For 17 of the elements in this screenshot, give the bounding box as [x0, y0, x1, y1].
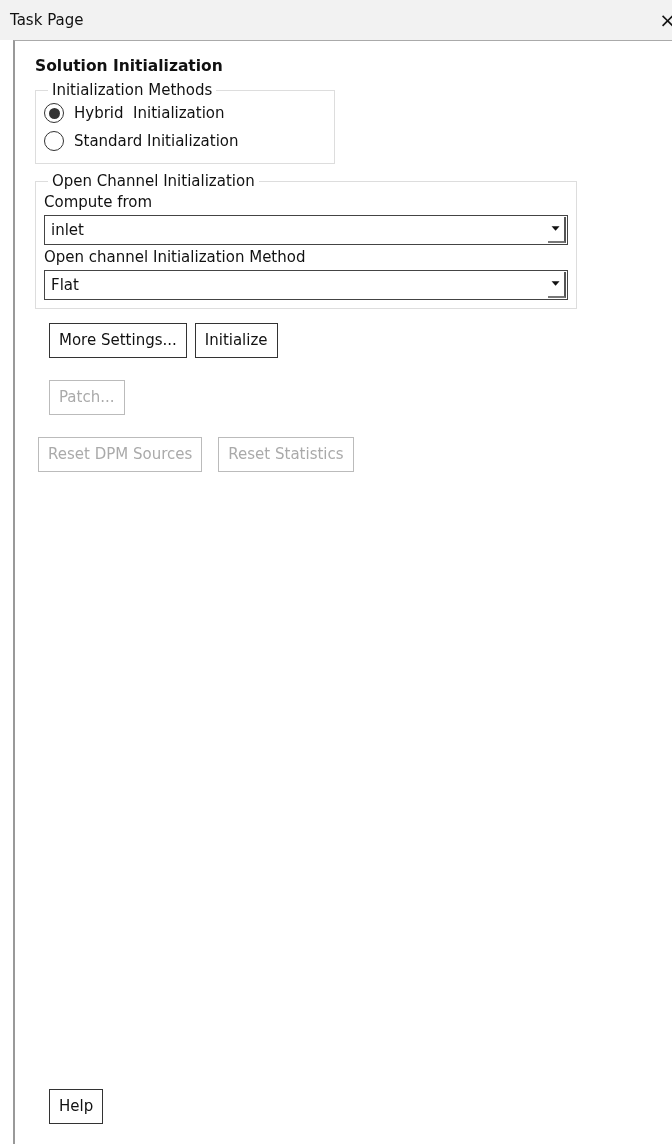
push-button[interactable]: Initialize: [194, 323, 278, 358]
group-title: Open Channel Initialization: [51, 172, 256, 190]
dropdown[interactable]: Flat: [44, 270, 568, 300]
field-label: Compute from: [44, 193, 154, 211]
dropdown-arrow-icon[interactable]: [548, 217, 566, 243]
push-button[interactable]: More Settings...: [49, 323, 187, 358]
dropdown-arrow-icon[interactable]: [548, 272, 566, 298]
radio-button[interactable]: [44, 131, 64, 151]
window-title: Task Page: [10, 11, 84, 29]
section-heading: Solution Initialization: [35, 57, 224, 75]
help-button[interactable]: Help: [49, 1089, 104, 1124]
radio-label: Hybrid Initialization: [74, 104, 225, 122]
radio-label: Standard Initialization: [74, 132, 239, 150]
field-label: Open channel Initialization Method: [44, 248, 307, 266]
group-title: Initialization Methods: [51, 81, 214, 99]
dropdown[interactable]: inlet: [44, 215, 568, 245]
radio-button[interactable]: [44, 103, 64, 123]
